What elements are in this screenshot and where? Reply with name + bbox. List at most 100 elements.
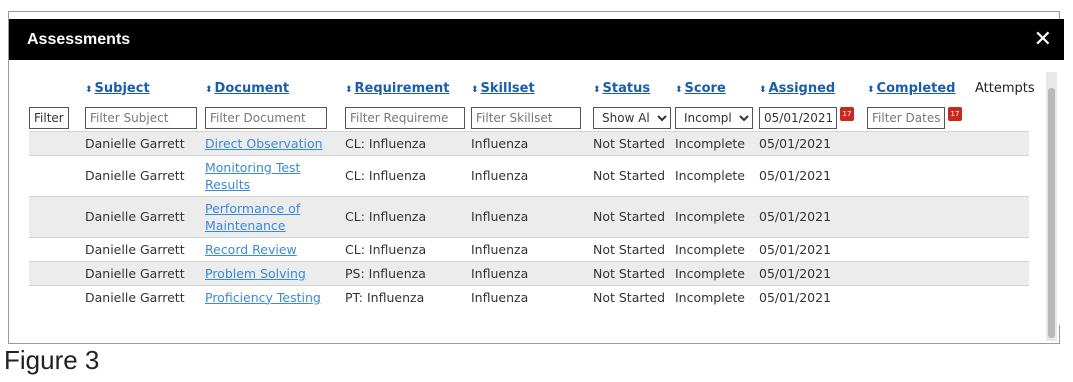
- filter-status-cell: Show Al: [593, 105, 675, 131]
- sort-icon: ⬍: [205, 84, 213, 95]
- header-attempts: Attempts: [975, 71, 1035, 105]
- completed-date-input[interactable]: [867, 106, 945, 129]
- filter-subject-cell: [85, 105, 205, 131]
- cell-score: Incomplete: [675, 130, 759, 155]
- cell-requirement: CL: Influenza: [345, 130, 471, 155]
- cell-completed: [867, 260, 975, 285]
- document-link[interactable]: Monitoring Test Results: [205, 160, 300, 192]
- header-assigned[interactable]: ⬍ Assigned: [759, 71, 867, 105]
- sort-link-document[interactable]: Document: [215, 81, 290, 96]
- cell-subject: Danielle Garrett: [85, 154, 205, 196]
- cell-requirement: PS: Influenza: [345, 260, 471, 285]
- table-row: Danielle Garrett Record Review CL: Influ…: [29, 236, 1029, 261]
- table-row: Danielle Garrett Monitoring Test Results…: [29, 154, 1029, 196]
- cell-completed: [867, 236, 975, 261]
- filter-button[interactable]: Filter: [29, 106, 69, 129]
- filter-requirement-input[interactable]: [345, 106, 465, 129]
- table-row: Danielle Garrett Problem Solving PS: Inf…: [29, 260, 1029, 285]
- filter-document-cell: [205, 105, 345, 131]
- cell-skillset: Influenza: [471, 130, 593, 155]
- sort-link-requirement[interactable]: Requirement: [355, 81, 450, 96]
- filter-assigned-cell: 17: [759, 105, 867, 131]
- cell-attempts: [975, 284, 1029, 309]
- table-row: Danielle Garrett Performance of Maintena…: [29, 195, 1029, 237]
- cell-requirement: CL: Influenza: [345, 195, 471, 237]
- cell-skillset: Influenza: [471, 260, 593, 285]
- document-link[interactable]: Proficiency Testing: [205, 290, 321, 305]
- cell-assigned: 05/01/2021: [759, 284, 867, 309]
- cell-assigned: 05/01/2021: [759, 195, 867, 237]
- cell-score: Incomplete: [675, 260, 759, 285]
- sort-link-score[interactable]: Score: [685, 81, 726, 96]
- sort-link-skillset[interactable]: Skillset: [481, 81, 535, 96]
- cell-assigned: 05/01/2021: [759, 236, 867, 261]
- cell-completed: [867, 154, 975, 196]
- header-skillset[interactable]: ⬍ Skillset: [471, 71, 593, 105]
- header-status[interactable]: ⬍ Status: [593, 71, 675, 105]
- cell-assigned: 05/01/2021: [759, 260, 867, 285]
- sort-icon: ⬍: [675, 84, 683, 95]
- assessments-table-wrapper: ⬍ Subject ⬍ Document ⬍ Requirement ⬍ Skillse…: [29, 71, 1035, 309]
- score-select[interactable]: Incompl: [675, 106, 753, 129]
- cell-requirement: CL: Influenza: [345, 236, 471, 261]
- cell-status: Not Started: [593, 260, 675, 285]
- document-link[interactable]: Problem Solving: [205, 266, 306, 281]
- cell-subject: Danielle Garrett: [85, 130, 205, 155]
- sort-icon: ⬍: [345, 84, 353, 95]
- sort-icon: ⬍: [759, 84, 767, 95]
- figure-caption: Figure 3: [4, 345, 100, 375]
- status-select[interactable]: Show Al: [593, 106, 671, 129]
- table-row: Danielle Garrett Direct Observation CL: …: [29, 130, 1029, 155]
- header-score[interactable]: ⬍ Score: [675, 71, 759, 105]
- dialog-titlebar: Assessments ✕: [9, 19, 1064, 60]
- sort-link-assigned[interactable]: Assigned: [769, 81, 836, 96]
- document-link[interactable]: Record Review: [205, 242, 297, 257]
- filter-attempts-cell: [975, 105, 1029, 131]
- close-icon[interactable]: ✕: [1034, 28, 1052, 51]
- sort-icon: ⬍: [593, 84, 601, 95]
- cell-skillset: Influenza: [471, 154, 593, 196]
- cell-subject: Danielle Garrett: [85, 260, 205, 285]
- cell-subject: Danielle Garrett: [85, 284, 205, 309]
- filter-row: Filter Show Al Incompl 17 17: [29, 105, 1029, 131]
- cell-status: Not Started: [593, 154, 675, 196]
- cell-assigned: 05/01/2021: [759, 154, 867, 196]
- header-completed[interactable]: ⬍ Completed: [867, 71, 975, 105]
- header-requirement[interactable]: ⬍ Requirement: [345, 71, 471, 105]
- header-subject[interactable]: ⬍ Subject: [85, 71, 205, 105]
- cell-subject: Danielle Garrett: [85, 236, 205, 261]
- cell-attempts: [975, 195, 1029, 237]
- cell-completed: [867, 284, 975, 309]
- table-row: Danielle Garrett Proficiency Testing PT:…: [29, 284, 1029, 309]
- sort-link-status[interactable]: Status: [603, 81, 651, 96]
- filter-skillset-input[interactable]: [471, 106, 581, 129]
- cell-completed: [867, 130, 975, 155]
- scrollbar-thumb[interactable]: [1048, 88, 1055, 338]
- sort-link-completed[interactable]: Completed: [877, 81, 956, 96]
- filter-completed-cell: 17: [867, 105, 975, 131]
- filter-skillset-cell: [471, 105, 593, 131]
- document-link[interactable]: Direct Observation: [205, 136, 323, 151]
- assigned-date-input[interactable]: [759, 106, 837, 129]
- cell-status: Not Started: [593, 236, 675, 261]
- header-document[interactable]: ⬍ Document: [205, 71, 345, 105]
- cell-score: Incomplete: [675, 236, 759, 261]
- calendar-icon[interactable]: 17: [840, 106, 854, 121]
- cell-attempts: [975, 154, 1029, 196]
- cell-status: Not Started: [593, 130, 675, 155]
- dialog-title: Assessments: [27, 30, 131, 48]
- document-link[interactable]: Performance of Maintenance: [205, 201, 300, 233]
- cell-subject: Danielle Garrett: [85, 195, 205, 237]
- cell-assigned: 05/01/2021: [759, 130, 867, 155]
- filter-subject-input[interactable]: [85, 106, 197, 129]
- header-spacer: [29, 71, 85, 105]
- cell-score: Incomplete: [675, 195, 759, 237]
- calendar-icon[interactable]: 17: [948, 106, 962, 121]
- table-body: Danielle Garrett Direct Observation CL: …: [29, 130, 1029, 309]
- cell-score: Incomplete: [675, 154, 759, 196]
- filter-document-input[interactable]: [205, 106, 327, 129]
- cell-skillset: Influenza: [471, 236, 593, 261]
- cell-status: Not Started: [593, 284, 675, 309]
- vertical-scrollbar[interactable]: [1046, 72, 1057, 341]
- sort-link-subject[interactable]: Subject: [95, 81, 150, 96]
